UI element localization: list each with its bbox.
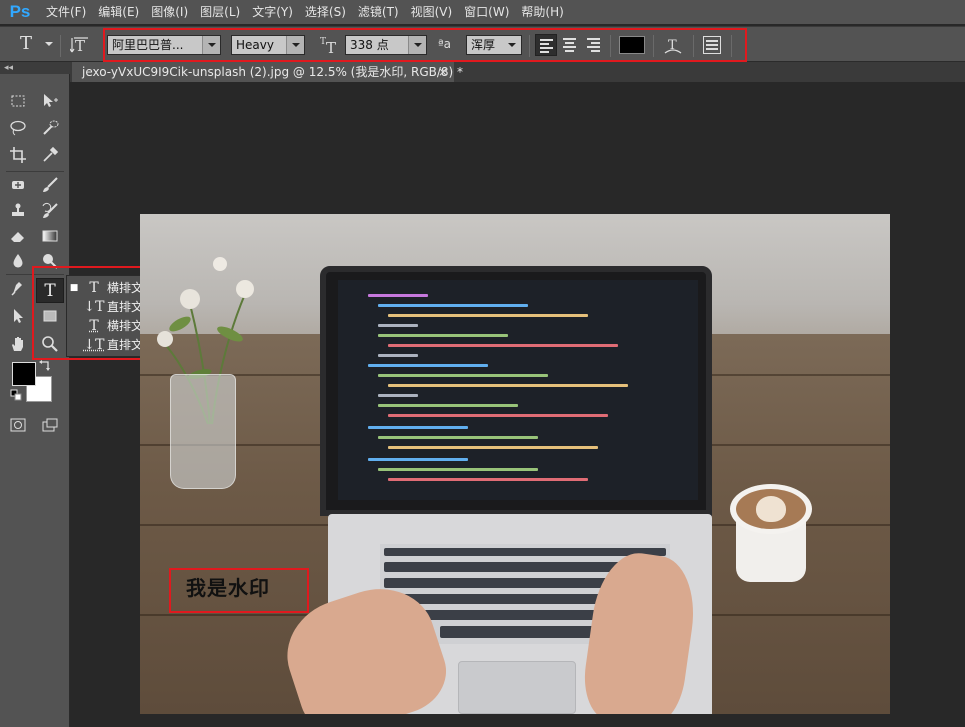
divider	[653, 35, 654, 57]
blur-tool-icon[interactable]	[6, 250, 30, 272]
photo-coffee-cup	[730, 484, 812, 584]
menu-help[interactable]: 帮助(H)	[515, 0, 569, 24]
screen-mode-icon[interactable]	[38, 414, 62, 436]
path-selection-tool-icon[interactable]	[6, 305, 30, 327]
align-center-button[interactable]	[559, 34, 581, 56]
toolbox: ◂◂ T	[0, 62, 70, 727]
type-tool-icon[interactable]: T	[36, 278, 64, 303]
history-brush-tool-icon[interactable]	[38, 200, 62, 222]
vertical-type-mask-icon: ↓T	[83, 336, 105, 353]
menu-type[interactable]: 文字(Y)	[246, 0, 299, 24]
pen-tool-icon[interactable]	[6, 278, 30, 300]
healing-brush-tool-icon[interactable]	[6, 174, 30, 196]
antialias-value: 浑厚	[471, 38, 496, 52]
photo-trackpad	[458, 661, 576, 714]
options-bar: T T 阿里巴巴普... Heavy TT 338 点 ªa 浑厚 T	[0, 26, 965, 62]
document-tab-bar: jexo-yVxUC9I9Cik-unsplash (2).jpg @ 12.5…	[70, 62, 965, 82]
photoshop-window: Ps 文件(F) 编辑(E) 图像(I) 图层(L) 文字(Y) 选择(S) 滤…	[0, 0, 965, 727]
ps-logo: Ps	[9, 2, 31, 21]
foreground-color-swatch[interactable]	[12, 362, 36, 386]
divider	[529, 35, 530, 57]
eyedropper-tool-icon[interactable]	[38, 144, 62, 166]
watermark-text-layer[interactable]: 我是水印	[186, 572, 270, 601]
quick-mask-icon[interactable]	[6, 414, 30, 436]
eraser-tool-icon[interactable]	[6, 225, 30, 247]
menu-edit[interactable]: 编辑(E)	[92, 0, 145, 24]
menu-window[interactable]: 窗口(W)	[458, 0, 515, 24]
toggle-text-orientation-icon[interactable]: T	[69, 35, 90, 55]
type-tool-preset-icon[interactable]: T	[20, 33, 32, 54]
brush-tool-icon[interactable]	[38, 174, 62, 196]
quick-selection-tool-icon[interactable]	[38, 117, 62, 139]
document-tab[interactable]: jexo-yVxUC9I9Cik-unsplash (2).jpg @ 12.5…	[72, 62, 463, 82]
divider	[60, 35, 61, 57]
document-tab-title: jexo-yVxUC9I9Cik-unsplash (2).jpg @ 12.5…	[82, 65, 464, 79]
align-right-button[interactable]	[583, 34, 605, 56]
toolbox-collapse[interactable]: ◂◂	[0, 62, 70, 74]
menu-layer[interactable]: 图层(L)	[194, 0, 246, 24]
antialias-dropdown[interactable]: 浑厚	[466, 35, 522, 55]
menu-image[interactable]: 图像(I)	[145, 0, 194, 24]
horizontal-type-icon: T	[89, 279, 99, 296]
font-style-dropdown[interactable]: Heavy	[231, 35, 305, 55]
clone-stamp-tool-icon[interactable]	[6, 200, 30, 222]
svg-text:T: T	[326, 39, 336, 55]
font-style-value: Heavy	[236, 38, 274, 52]
divider	[693, 35, 694, 57]
warp-text-icon[interactable]: T	[662, 34, 684, 56]
hand-tool-icon[interactable]	[6, 333, 30, 355]
default-colors-icon[interactable]	[10, 389, 22, 401]
horizontal-type-mask-icon: T	[89, 317, 99, 334]
align-left-button[interactable]	[535, 34, 557, 56]
marquee-tool-icon[interactable]	[6, 90, 30, 112]
svg-text:T: T	[75, 37, 85, 55]
menu-select[interactable]: 选择(S)	[299, 0, 352, 24]
toolbox-divider	[6, 171, 64, 172]
lasso-tool-icon[interactable]	[6, 117, 30, 139]
divider	[610, 35, 611, 57]
chevron-down-icon	[408, 36, 426, 54]
selected-bullet-icon: ■	[69, 282, 79, 293]
gradient-tool-icon[interactable]	[38, 225, 62, 247]
text-color-swatch[interactable]	[619, 36, 645, 54]
close-icon[interactable]: ×	[438, 62, 448, 82]
font-size-value: 338 点	[350, 38, 389, 52]
font-family-dropdown[interactable]: 阿里巴巴普...	[107, 35, 221, 55]
photo-code	[338, 280, 698, 500]
chevron-down-icon	[286, 36, 304, 54]
zoom-tool-icon[interactable]	[38, 333, 62, 355]
tool-preset-chevron-down-icon[interactable]	[45, 42, 53, 46]
photo-laptop-screen	[320, 266, 712, 516]
antialias-icon: ªa	[438, 37, 452, 51]
updown-icon	[503, 36, 521, 54]
dodge-tool-icon[interactable]	[38, 250, 62, 272]
menu-filter[interactable]: 滤镜(T)	[352, 0, 405, 24]
vertical-type-icon: ↓T	[83, 298, 105, 315]
menu-view[interactable]: 视图(V)	[405, 0, 459, 24]
rectangle-tool-icon[interactable]	[38, 305, 62, 327]
font-size-dropdown[interactable]: 338 点	[345, 35, 427, 55]
font-size-icon: TT	[318, 35, 340, 57]
toolbox-divider	[6, 274, 64, 275]
divider	[731, 35, 732, 57]
font-family-value: 阿里巴巴普...	[112, 38, 184, 52]
menu-bar: Ps 文件(F) 编辑(E) 图像(I) 图层(L) 文字(Y) 选择(S) 滤…	[0, 0, 965, 24]
crop-tool-icon[interactable]	[6, 144, 30, 166]
canvas-image[interactable]: 我是水印	[140, 214, 890, 714]
character-panel-icon[interactable]	[703, 36, 721, 54]
menu-file[interactable]: 文件(F)	[40, 0, 92, 24]
move-tool-icon[interactable]	[38, 90, 62, 112]
photo-vase	[170, 374, 236, 489]
chevron-down-icon	[202, 36, 220, 54]
swap-colors-icon[interactable]	[38, 359, 52, 373]
